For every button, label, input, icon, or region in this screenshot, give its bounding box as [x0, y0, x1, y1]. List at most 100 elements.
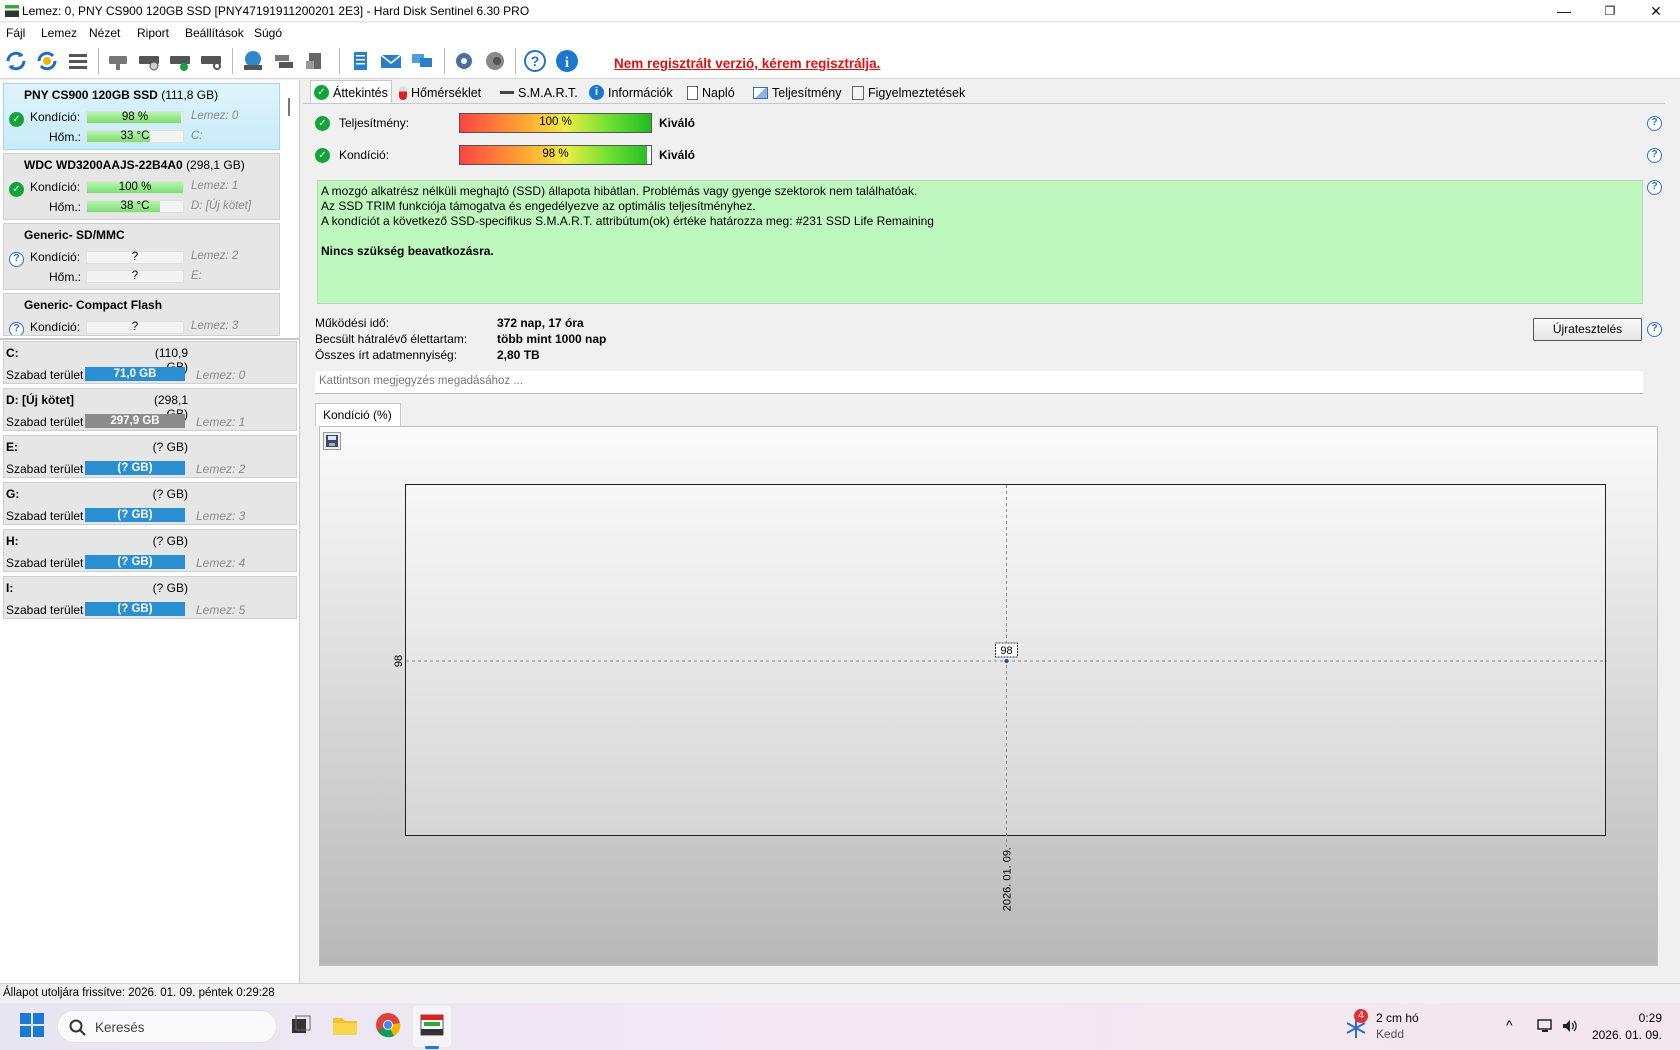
task-view-icon[interactable] — [288, 1012, 316, 1040]
disk-ok-icon[interactable] — [167, 48, 193, 74]
free-space-label: Szabad terület — [6, 603, 84, 617]
free-space-bar: 71,0 GB — [85, 367, 185, 381]
volume-item-i[interactable]: I: (? GB) Szabad terület (? GB) Lemez: 5 — [3, 576, 297, 619]
disk-item-pny[interactable]: PNY CS900 120GB SSD (111,8 GB) ✓ Kondíci… — [3, 83, 280, 150]
condition-bar: 98 % — [459, 145, 652, 165]
unknown-status-icon: ? — [9, 322, 24, 335]
condition-label: Kondíció: — [30, 250, 81, 264]
hard-disk-sentinel-icon[interactable] — [419, 1012, 447, 1040]
info-icon[interactable]: i — [554, 48, 580, 74]
network-icon[interactable] — [409, 48, 435, 74]
volume-name: D: [Új kötet] — [6, 393, 74, 407]
disk-drives-icon[interactable] — [271, 48, 297, 74]
status-bar: Állapot utoljára frissítve: 2026. 01. 09… — [0, 983, 1680, 1003]
volume-size: (? GB) — [152, 581, 188, 595]
tab-overview[interactable]: ✓ Áttekintés — [310, 80, 392, 104]
tab-performance[interactable]: Teljesítmény — [750, 82, 844, 103]
clock-date[interactable]: 2026. 01. 09. — [1590, 1028, 1662, 1042]
close-button[interactable]: ✕ — [1633, 0, 1679, 22]
help-icon[interactable]: ? — [1647, 148, 1662, 163]
tab-alerts[interactable]: Figyelmeztetések — [849, 82, 968, 103]
file-explorer-icon[interactable] — [331, 1012, 359, 1040]
weather-badge: 4 — [1354, 1009, 1368, 1023]
refresh-all-icon[interactable] — [34, 48, 60, 74]
disk-item-sdmmc[interactable]: Generic- SD/MMC ? Kondíció: ? Lemez: 2 H… — [3, 223, 280, 290]
status-action: Nincs szükség beavatkozásra. — [321, 244, 494, 258]
minimize-button[interactable]: — — [1541, 0, 1587, 22]
report-icon[interactable] — [347, 48, 373, 74]
help-icon[interactable]: ? — [1647, 116, 1662, 131]
windows-start-icon[interactable] — [19, 1012, 47, 1040]
tab-smart[interactable]: S.M.A.R.T. — [497, 82, 581, 103]
temp-label: Hőm.: — [49, 130, 82, 144]
sound-icon[interactable] — [482, 48, 508, 74]
refresh-icon[interactable] — [3, 48, 29, 74]
menu-view[interactable]: Nézet — [89, 26, 120, 40]
performance-value: 100 % — [539, 116, 572, 128]
settings-gear-icon[interactable] — [451, 48, 477, 74]
network-status-icon[interactable] — [1537, 1018, 1555, 1037]
volume-item-h[interactable]: H: (? GB) Szabad terület (? GB) Lemez: 4 — [3, 529, 297, 572]
disk-item-wdc[interactable]: WDC WD3200AAJS-22B4A0 (298,1 GB) ✓ Kondí… — [3, 153, 280, 220]
disk-info-icon[interactable] — [105, 48, 131, 74]
condition-label: Kondíció: — [30, 110, 81, 124]
pane-splitter[interactable] — [0, 338, 299, 340]
disk-list-panel: PNY CS900 120GB SSD (111,8 GB) ✓ Kondíci… — [0, 80, 300, 983]
help-icon[interactable]: ? — [1647, 322, 1662, 337]
disk-size: (111,8 GB) — [161, 88, 219, 102]
disk-name: Generic- SD/MMC — [24, 228, 125, 242]
menu-report[interactable]: Riport — [137, 26, 169, 40]
volume-item-c[interactable]: C: (110,9 GB) Szabad terület 71,0 GB Lem… — [3, 341, 297, 384]
volume-item-e[interactable]: E: (? GB) Szabad terület (? GB) Lemez: 2 — [3, 435, 297, 478]
active-indicator — [425, 1046, 439, 1049]
tab-label: Figyelmeztetések — [868, 85, 966, 100]
weather-text: 2 cm hó — [1376, 1011, 1419, 1025]
written-data-value: 2,80 TB — [497, 348, 540, 362]
drive-letter: C: — [191, 130, 203, 142]
clock-time[interactable]: 0:29 — [1590, 1011, 1662, 1025]
tab-log[interactable]: Napló — [684, 82, 738, 103]
disk-name: PNY CS900 120GB SSD — [24, 88, 158, 102]
save-icon[interactable] — [323, 432, 341, 450]
menu-disk[interactable]: Lemez — [41, 26, 77, 40]
volume-disk: Lemez: 2 — [196, 462, 246, 476]
disk-number: Lemez: 2 — [191, 250, 239, 262]
chrome-icon[interactable] — [375, 1012, 403, 1040]
help-icon[interactable]: ? — [1647, 180, 1662, 195]
tab-information[interactable]: i Információk — [586, 82, 676, 103]
maximize-button[interactable]: ❐ — [1587, 0, 1633, 22]
note-input[interactable]: Kattintson megjegyzés megadásához ... — [315, 371, 1643, 394]
register-link[interactable]: Nem regisztrált verzió, kérem regisztrál… — [614, 56, 880, 71]
chevron-up-icon[interactable]: ^ — [1506, 1017, 1513, 1033]
disk-search-icon[interactable] — [198, 48, 224, 74]
free-space-label: Szabad terület — [6, 368, 84, 382]
disk-item-compact-flash[interactable]: Generic- Compact Flash ? Kondíció: ? Lem… — [3, 293, 280, 336]
volume-item-d[interactable]: D: [Új kötet] (298,1 GB) Szabad terület … — [3, 388, 297, 431]
disk-surface-test-icon[interactable] — [136, 48, 162, 74]
disk-name: WDC WD3200AAJS-22B4A0 — [24, 158, 183, 172]
taskbar-search[interactable]: Keresés — [57, 1010, 277, 1043]
free-space-bar: (? GB) — [85, 461, 185, 475]
chart-svg: 98 98 2026. 01. 09. — [393, 485, 1607, 911]
disk-export-icon[interactable] — [302, 48, 328, 74]
volume-size: (? GB) — [152, 534, 188, 548]
condition-bar: 98 % — [86, 111, 184, 124]
menu-settings[interactable]: Beállítások — [185, 26, 244, 40]
condition-value: 98 % — [542, 148, 569, 160]
menu-help[interactable]: Súgó — [254, 26, 282, 40]
email-icon[interactable] — [378, 48, 404, 74]
globe-icon[interactable] — [240, 48, 266, 74]
menu-file[interactable]: Fájl — [6, 26, 25, 40]
retest-button[interactable]: Újratesztelés — [1533, 318, 1642, 341]
lifetime-label: Becsült hátralévő élettartam: — [315, 332, 468, 346]
volume-disk: Lemez: 4 — [196, 556, 246, 570]
help-icon[interactable]: ? — [522, 48, 548, 74]
tab-temperature[interactable]: Hőmérséklet — [396, 82, 484, 103]
x-tick-label: 2026. 01. 09. — [1002, 847, 1014, 911]
scrollbar-thumb[interactable] — [288, 98, 290, 116]
chart-tab-condition[interactable]: Kondíció (%) — [315, 403, 401, 426]
disk-number: Lemez: 3 — [191, 320, 239, 332]
volume-icon[interactable] — [1561, 1017, 1579, 1038]
volume-item-g[interactable]: G: (? GB) Szabad terület (? GB) Lemez: 3 — [3, 482, 297, 525]
disk-list-icon[interactable] — [65, 48, 91, 74]
